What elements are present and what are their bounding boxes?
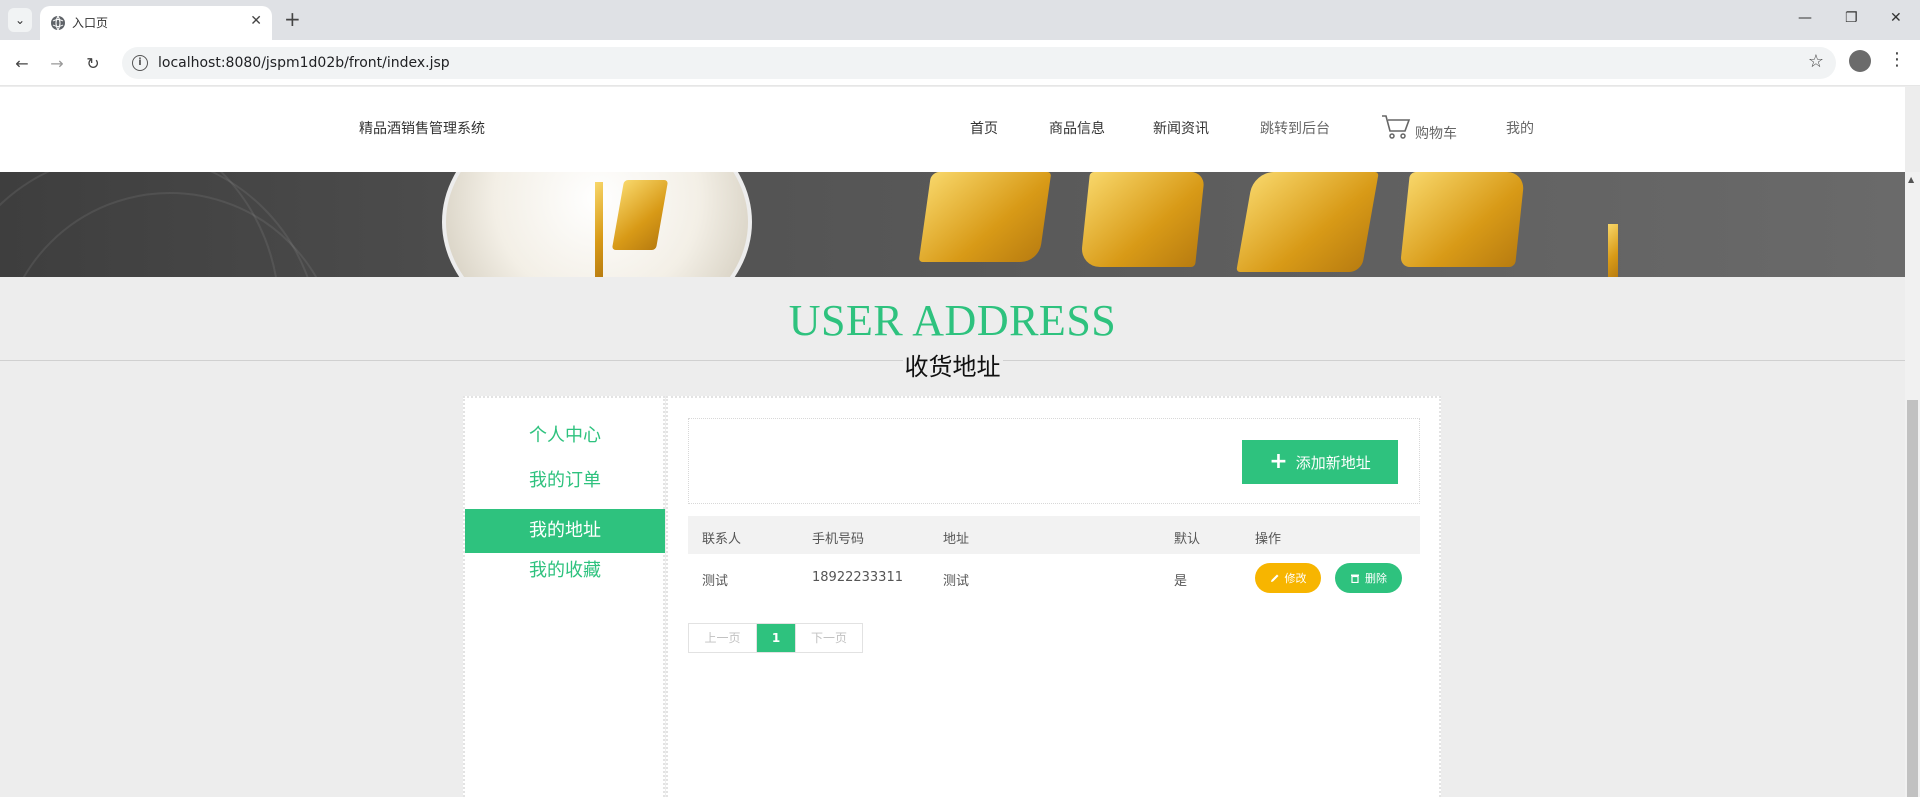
column-header-phone: 手机号码 [812,532,865,547]
edit-label: 修改 [1284,572,1307,585]
cell-contact: 测试 [702,574,729,589]
address-bar[interactable]: i localhost:8080/jspm1d02b/front/index.j… [122,47,1836,79]
scroll-up-icon[interactable]: ▲ [1908,175,1914,184]
cell-phone: 18922233311 [812,570,903,585]
add-address-button[interactable]: + 添加新地址 [1242,440,1398,484]
sidebar-item-my-orders[interactable]: 我的订单 [465,459,665,503]
browser-tab[interactable]: 入口页 ✕ [40,6,272,40]
cell-default: 是 [1174,574,1188,589]
info-icon[interactable]: i [132,55,148,71]
url-text[interactable]: localhost:8080/jspm1d02b/front/index.jsp [158,55,450,71]
banner-gold-stroke [1400,172,1525,267]
table-header: 联系人 手机号码 地址 默认 操作 [688,516,1420,554]
column-header-actions: 操作 [1255,532,1282,547]
banner-gold-stroke [918,172,1052,262]
pagination-next[interactable]: 下一页 [795,624,862,652]
column-header-contact: 联系人 [702,532,742,547]
nav-home[interactable]: 首页 [970,118,998,138]
site-logo[interactable]: 精品酒销售管理系统 [359,118,485,138]
pagination: 上一页 1 下一页 [688,623,863,653]
tab-search-icon[interactable]: ⌄ [8,8,32,32]
star-icon[interactable]: ☆ [1808,51,1824,72]
banner-gold-stroke [595,182,603,277]
edit-button[interactable]: 修改 [1255,563,1321,593]
tab-title: 入口页 [72,16,109,30]
column-header-default: 默认 [1174,532,1201,547]
section-title-en: USER ADDRESS [788,296,1117,345]
browser-toolbar: ← → ↻ i localhost:8080/jspm1d02b/front/i… [0,40,1920,86]
user-sidebar: 个人中心 我的订单 我的地址 我的收藏 [463,396,665,797]
window-close-icon[interactable]: ✕ [1890,10,1902,26]
nav-cart[interactable]: 购物车 [1415,123,1457,143]
browser-tabstrip: ⌄ 入口页 ✕ + — ❐ ✕ [0,0,1920,40]
cell-address: 测试 [943,574,970,589]
delete-button[interactable]: 删除 [1335,563,1402,593]
nav-admin[interactable]: 跳转到后台 [1260,118,1330,138]
trash-icon [1351,574,1359,583]
forward-icon[interactable]: → [44,50,70,76]
add-address-label: 添加新地址 [1295,453,1371,472]
banner-gold-stroke [1080,172,1205,267]
profile-icon[interactable] [1849,50,1871,72]
pagination-current[interactable]: 1 [757,624,795,652]
sidebar-item-my-address[interactable]: 我的地址 [465,509,665,553]
banner-gold-stroke [1236,172,1379,272]
back-icon[interactable]: ← [9,50,35,76]
banner-image [0,172,1905,277]
pagination-prev[interactable]: 上一页 [689,624,757,652]
delete-label: 删除 [1365,572,1387,585]
nav-products[interactable]: 商品信息 [1049,118,1105,138]
section-title-cn: 收货地址 [0,347,1905,382]
sidebar-item-my-favorites[interactable]: 我的收藏 [465,549,665,593]
nav-mine[interactable]: 我的 [1506,118,1534,138]
pencil-icon [1270,574,1278,582]
reload-icon[interactable]: ↻ [80,50,106,76]
banner-gold-stroke [1608,224,1618,277]
sidebar-item-personal-center[interactable]: 个人中心 [465,414,665,458]
globe-icon [51,15,65,31]
restore-icon[interactable]: ❐ [1845,10,1858,26]
section-title-cn-text: 收货地址 [902,353,1003,381]
column-header-address: 地址 [943,532,970,547]
nav-news[interactable]: 新闻资讯 [1153,118,1209,138]
plus-icon[interactable]: + [284,8,301,30]
scrollbar-thumb[interactable] [1907,400,1918,797]
cart-icon[interactable] [1381,114,1411,140]
plus-icon: + [1269,449,1288,474]
minimize-icon[interactable]: — [1798,10,1812,26]
menu-icon[interactable]: ⋮ [1888,49,1906,70]
close-icon[interactable]: ✕ [250,13,262,29]
site-header: 精品酒销售管理系统 首页 商品信息 新闻资讯 跳转到后台 购物车 我的 [0,87,1905,172]
